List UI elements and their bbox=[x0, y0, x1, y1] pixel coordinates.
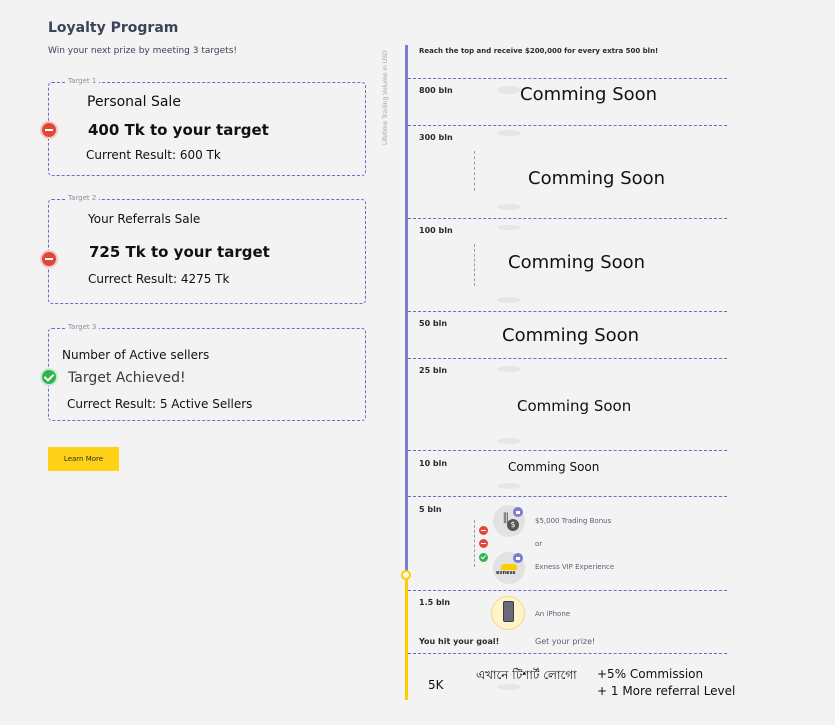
lock-icon bbox=[513, 553, 523, 563]
tier-divider bbox=[408, 311, 727, 312]
bracket-line bbox=[474, 244, 475, 286]
coming-soon-text: Comming Soon bbox=[520, 84, 658, 105]
incomplete-status-icon bbox=[479, 526, 488, 535]
achieved-check-icon bbox=[42, 370, 56, 384]
target-headline: Target Achieved! bbox=[68, 370, 186, 386]
tier-label: 50 bln bbox=[419, 319, 448, 328]
target-label: Number of Active sellers bbox=[62, 348, 210, 362]
coming-soon-text: Comming Soon bbox=[508, 252, 646, 273]
tier-label: 300 bln bbox=[419, 133, 453, 142]
tier-divider bbox=[408, 125, 727, 126]
target-card-3: Target 3 Number of Active sellers Target… bbox=[42, 323, 366, 421]
tier-label: 800 bln bbox=[419, 86, 453, 95]
progress-fill bbox=[405, 575, 408, 700]
tier-divider bbox=[408, 450, 727, 451]
tier-label: 100 bln bbox=[419, 226, 453, 235]
learn-more-button[interactable]: Learn More bbox=[48, 447, 119, 471]
target-tag: Target 2 bbox=[65, 194, 100, 202]
tier-divider bbox=[408, 496, 727, 497]
locked-prize-icon bbox=[497, 86, 521, 94]
prize-b-text: Exness VIP Experience bbox=[535, 563, 615, 571]
goal-status-text: You hit your goal! bbox=[419, 637, 500, 646]
page-subtitle: Win your next prize by meeting 3 targets… bbox=[48, 46, 237, 56]
target-card-2: Target 2 Your Referrals Sale 725 Tk to y… bbox=[42, 194, 366, 304]
iphone-prize-text: An iPhone bbox=[535, 610, 571, 618]
current-level-marker bbox=[401, 570, 411, 580]
or-text: or bbox=[535, 540, 543, 548]
page-title: Loyalty Program bbox=[48, 20, 179, 36]
target-label: Your Referrals Sale bbox=[88, 212, 201, 226]
coming-soon-text: Comming Soon bbox=[508, 460, 600, 474]
coming-soon-text: Comming Soon bbox=[502, 325, 640, 346]
tier-divider bbox=[408, 78, 727, 79]
coming-soon-text: Comming Soon bbox=[528, 168, 666, 189]
locked-prize-icon bbox=[497, 225, 521, 230]
tier-divider bbox=[408, 590, 727, 591]
tier-label: 25 bln bbox=[419, 366, 448, 375]
tshirt-logo-placeholder: এখানে টিশার্ট লোগো bbox=[476, 668, 577, 682]
target-headline: 400 Tk to your target bbox=[88, 121, 269, 139]
tier-divider bbox=[408, 358, 727, 359]
incomplete-status-icon bbox=[42, 123, 56, 137]
target-card-1: Target 1 Personal Sale 400 Tk to your ta… bbox=[42, 77, 366, 176]
target-headline: 725 Tk to your target bbox=[89, 243, 270, 261]
axis-label: Lifetime Trading Volume in USD bbox=[382, 50, 389, 145]
benefit-referral: + 1 More referral Level bbox=[597, 684, 736, 698]
target-tag: Target 1 bbox=[65, 77, 100, 85]
incomplete-status-icon bbox=[479, 539, 488, 548]
bracket-line bbox=[474, 520, 475, 567]
target-label: Personal Sale bbox=[87, 94, 181, 110]
top-note: Reach the top and receive $200,000 for e… bbox=[419, 47, 659, 55]
benefit-commission: +5% Commission bbox=[597, 667, 704, 681]
locked-prize-icon bbox=[497, 438, 521, 444]
locked-prize-icon bbox=[497, 130, 521, 136]
tier-label: 10 bln bbox=[419, 459, 448, 468]
locked-prize-icon bbox=[497, 204, 521, 210]
target-tag: Target 3 bbox=[65, 323, 100, 331]
achieved-check-icon bbox=[479, 553, 488, 562]
locked-prize-icon bbox=[497, 483, 521, 489]
bracket-line bbox=[474, 151, 475, 191]
tier-divider bbox=[408, 653, 727, 654]
tier-label: 5 bln bbox=[419, 505, 442, 514]
target-result: Current Result: 600 Tk bbox=[86, 148, 221, 162]
get-prize-link[interactable]: Get your prize! bbox=[535, 637, 595, 646]
coming-soon-text: Comming Soon bbox=[517, 397, 632, 415]
locked-prize-icon bbox=[497, 366, 521, 372]
phone-icon bbox=[503, 601, 514, 622]
tier-divider bbox=[408, 218, 727, 219]
target-result: Currect Result: 4275 Tk bbox=[88, 272, 230, 286]
locked-prize-icon bbox=[497, 297, 521, 303]
lock-icon bbox=[513, 507, 523, 517]
tier-label: 1.5 bln bbox=[419, 598, 451, 607]
tier-label: 5K bbox=[428, 678, 444, 692]
prize-a-text: $5,000 Trading Bonus bbox=[535, 517, 612, 525]
target-result: Currect Result: 5 Active Sellers bbox=[67, 397, 253, 411]
incomplete-status-icon bbox=[42, 252, 56, 266]
